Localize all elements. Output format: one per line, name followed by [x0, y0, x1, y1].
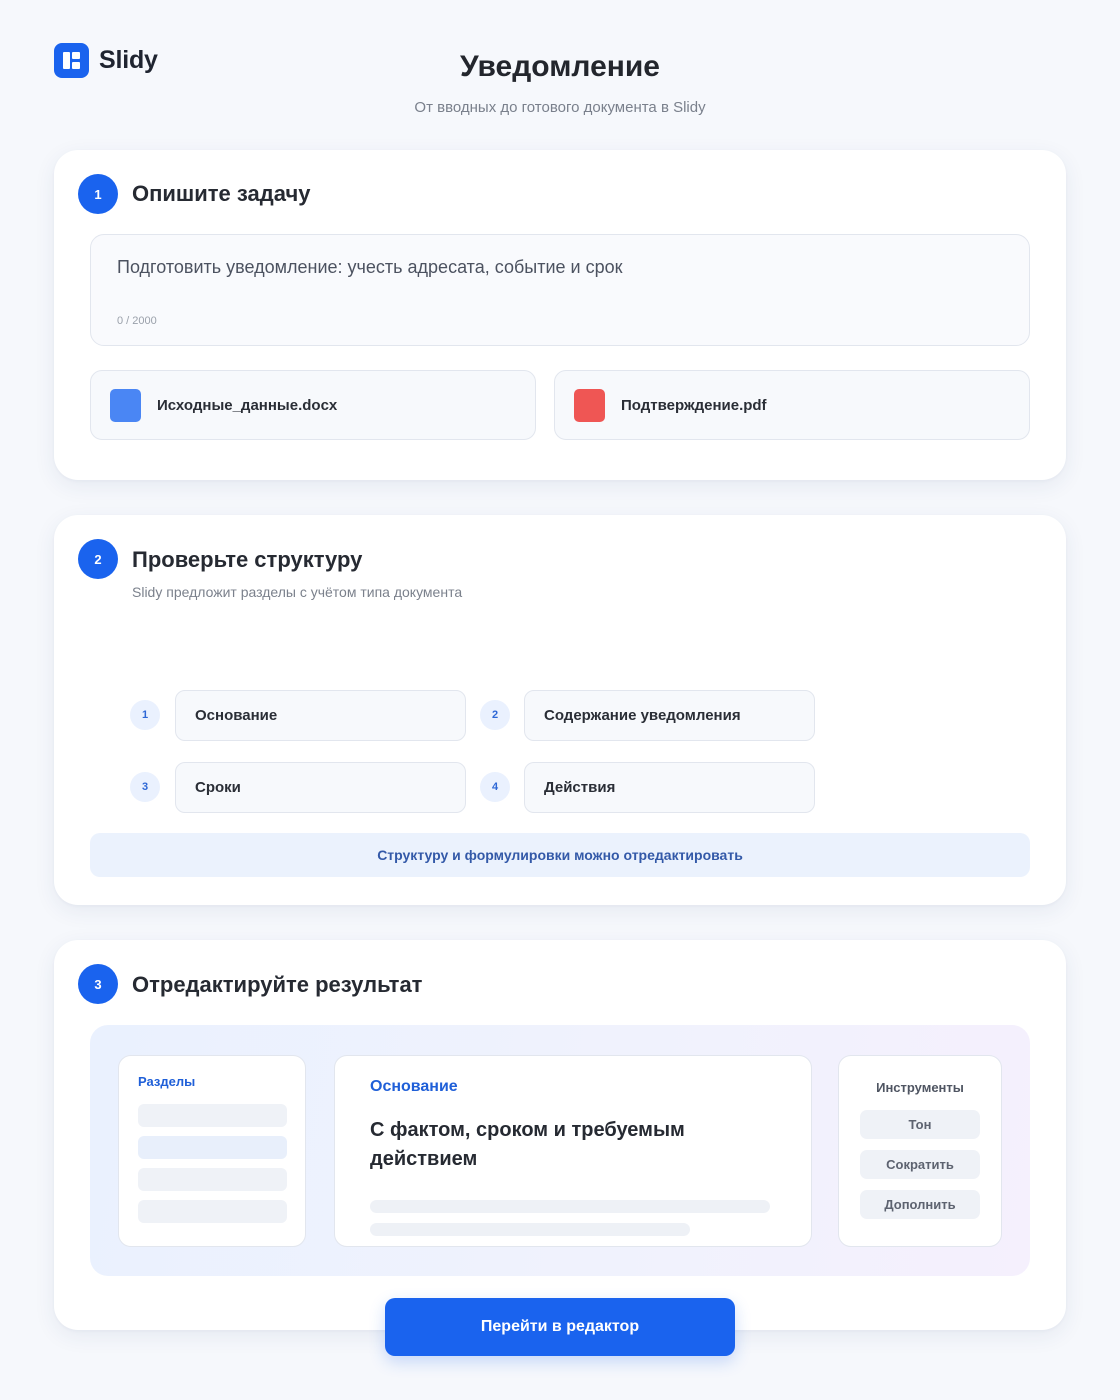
pdf-file-icon	[574, 388, 605, 422]
file-name: Исходные_данные.docx	[157, 396, 338, 414]
step-title: Проверьте структуру	[132, 547, 363, 572]
file-name: Подтверждение.pdf	[621, 396, 767, 414]
section-number: 2	[480, 700, 510, 730]
step-edit-result-card: 3 Отредактируйте результат Разделы Основ…	[54, 940, 1066, 1330]
edit-hint-banner: Структуру и формулировки можно отредакти…	[90, 833, 1030, 877]
text-line-placeholder	[370, 1200, 770, 1213]
sections-panel: Разделы	[118, 1055, 306, 1247]
open-editor-button[interactable]: Перейти в редактор	[385, 1298, 735, 1356]
step-number-badge: 3	[78, 964, 118, 1004]
tools-panel: Инструменты Тон Сократить Дополнить	[838, 1055, 1002, 1247]
section-item[interactable]: Содержание уведомления	[524, 690, 815, 741]
section-item[interactable]: Сроки	[175, 762, 466, 813]
step-title: Опишите задачу	[132, 181, 311, 206]
section-placeholder[interactable]	[138, 1200, 287, 1223]
section-item[interactable]: Действия	[524, 762, 815, 813]
step-number-badge: 2	[78, 539, 118, 579]
step-check-structure-card: 2 Проверьте структуру Slidy предложит ра…	[54, 515, 1066, 905]
section-item[interactable]: Основание	[175, 690, 466, 741]
shorten-tool-button[interactable]: Сократить	[860, 1150, 980, 1179]
step-description: Slidy предложит разделы с учётом типа до…	[132, 584, 463, 600]
sections-panel-title: Разделы	[138, 1074, 196, 1089]
attached-file-pdf[interactable]: Подтверждение.pdf	[554, 370, 1030, 440]
content-panel: Основание С фактом, сроком и требуемым д…	[334, 1055, 812, 1247]
page-subtitle: От вводных до готового документа в Slidy	[414, 99, 706, 116]
step-title: Отредактируйте результат	[132, 972, 423, 997]
task-input-value: Подготовить уведомление: учесть адресата…	[117, 257, 623, 277]
content-section-title: Основание	[370, 1078, 458, 1095]
content-heading[interactable]: С фактом, сроком и требуемым действием	[370, 1116, 750, 1174]
page-title: Уведомление	[459, 50, 660, 83]
section-placeholder-active[interactable]	[138, 1136, 287, 1159]
section-number: 3	[130, 772, 160, 802]
section-placeholder[interactable]	[138, 1104, 287, 1127]
attached-file-docx[interactable]: Исходные_данные.docx	[90, 370, 536, 440]
step-describe-task-card: 1 Опишите задачу Подготовить уведомление…	[54, 150, 1066, 480]
character-counter: 0 / 2000	[117, 315, 157, 327]
tone-tool-button[interactable]: Тон	[860, 1110, 980, 1139]
step-number-badge: 1	[78, 174, 118, 214]
section-number: 4	[480, 772, 510, 802]
task-input[interactable]: Подготовить уведомление: учесть адресата…	[90, 234, 1030, 346]
section-placeholder[interactable]	[138, 1168, 287, 1191]
expand-tool-button[interactable]: Дополнить	[860, 1190, 980, 1219]
tools-panel-title: Инструменты	[876, 1080, 964, 1095]
editor-preview: Разделы Основание С фактом, сроком и тре…	[90, 1025, 1030, 1276]
text-line-placeholder	[370, 1223, 690, 1236]
docx-file-icon	[110, 388, 141, 422]
section-number: 1	[130, 700, 160, 730]
